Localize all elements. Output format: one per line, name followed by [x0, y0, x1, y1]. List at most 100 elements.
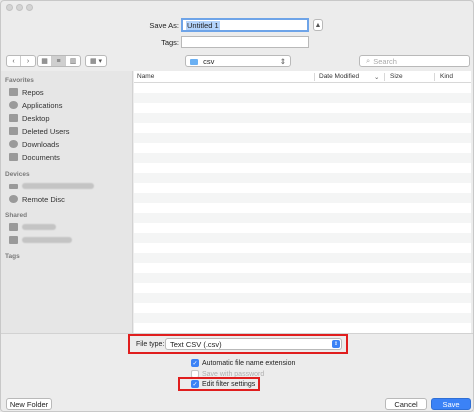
sidebar-item-label: Applications	[22, 100, 63, 110]
save-as-field[interactable]: Untitled 1	[181, 18, 309, 32]
sidebar-item-shared-redacted-1[interactable]	[9, 221, 56, 233]
sidebar-item-applications[interactable]: Applications	[9, 99, 62, 111]
group-by-control[interactable]: ▦ ▾	[85, 55, 107, 67]
sidebar-item-label: Documents	[22, 152, 60, 162]
columns-icon: ▥	[69, 58, 77, 65]
sidebar-item-label: Deleted Users	[22, 126, 70, 136]
tags-header: Tags	[5, 253, 20, 260]
column-divider[interactable]	[384, 73, 385, 81]
checkmark-icon: ✓	[191, 380, 199, 388]
search-icon: ⌕	[366, 56, 371, 65]
sidebar-item-label: Downloads	[22, 139, 60, 149]
search-field[interactable]: ⌕ Search	[359, 55, 470, 67]
title-bar	[1, 1, 473, 15]
save-button[interactable]: Save	[431, 398, 471, 410]
back-forward-control: ‹ ›	[6, 55, 36, 67]
sidebar-item-deleted-users[interactable]: Deleted Users	[9, 125, 70, 137]
downloads-icon	[9, 140, 18, 148]
close-window-button[interactable]	[6, 4, 13, 11]
column-divider[interactable]	[314, 73, 315, 81]
chevron-left-icon: ‹	[12, 57, 15, 65]
save-label: Save	[442, 399, 460, 409]
empty-row	[134, 253, 471, 263]
sort-descending-icon: ⌄	[374, 74, 380, 81]
column-divider[interactable]	[434, 73, 435, 81]
sidebar-item-label: Desktop	[22, 113, 50, 123]
updown-chevron-icon: ⇕	[332, 340, 340, 348]
tags-field[interactable]	[181, 36, 309, 48]
favorites-header: Favorites	[5, 77, 34, 84]
location-popup[interactable]: csv ⇕	[185, 55, 291, 67]
cancel-button[interactable]: Cancel	[385, 398, 427, 410]
group-by-button[interactable]: ▦ ▾	[86, 56, 106, 66]
save-as-value: Untitled 1	[186, 21, 220, 30]
sidebar-item-remote-disc[interactable]: Remote Disc	[9, 193, 65, 205]
list-view-button[interactable]: ≡	[52, 56, 66, 66]
chevron-up-icon: ▲	[314, 21, 322, 29]
sidebar-item-downloads[interactable]: Downloads	[9, 138, 59, 150]
disc-icon	[9, 195, 18, 203]
file-type-value: Text CSV (.csv)	[170, 340, 222, 349]
file-list: Name Date Modified ⌄ Size Kind	[134, 71, 471, 333]
empty-row	[134, 113, 471, 123]
sidebar-item-shared-redacted-2[interactable]	[9, 234, 72, 246]
empty-row	[134, 173, 471, 183]
sidebar-item-label: Repos	[22, 87, 44, 97]
column-view-button[interactable]: ▥	[66, 56, 80, 66]
empty-row	[134, 213, 471, 223]
icon-view-button[interactable]: ▦	[38, 56, 52, 66]
empty-row	[134, 293, 471, 303]
desktop-icon	[9, 114, 18, 122]
folder-icon	[9, 127, 18, 135]
file-type-select[interactable]: Text CSV (.csv) ⇕	[165, 338, 342, 350]
shared-header: Shared	[5, 212, 28, 219]
network-computer-icon	[9, 236, 18, 244]
zoom-window-button[interactable]	[26, 4, 33, 11]
empty-row	[134, 93, 471, 103]
minimize-window-button[interactable]	[16, 4, 23, 11]
column-header-date-modified[interactable]: Date Modified	[319, 73, 359, 80]
file-type-label: File type:	[136, 341, 165, 348]
list-icon: ≡	[56, 57, 61, 65]
column-header-kind[interactable]: Kind	[440, 73, 453, 80]
view-mode-control: ▦ ≡ ▥	[37, 55, 81, 67]
redacted-text	[22, 237, 72, 243]
folder-icon	[9, 88, 18, 96]
collapse-dialog-button[interactable]: ▲	[313, 19, 323, 31]
location-value: csv	[203, 57, 215, 66]
redacted-text	[22, 183, 94, 189]
sidebar-item-documents[interactable]: Documents	[9, 151, 60, 163]
edit-filter-label: Edit filter settings	[202, 380, 256, 388]
edit-filter-checkbox[interactable]: ✓ Edit filter settings	[191, 380, 255, 388]
column-header-size[interactable]: Size	[390, 73, 403, 80]
file-list-header: Name Date Modified ⌄ Size Kind	[134, 71, 471, 83]
empty-row	[134, 133, 471, 143]
group-grid-icon: ▦ ▾	[89, 58, 103, 65]
sidebar-item-device-redacted[interactable]	[9, 180, 94, 192]
auto-extension-checkbox[interactable]: ✓ Automatic file name extension	[191, 359, 295, 367]
applications-icon	[9, 101, 18, 109]
folder-icon	[190, 59, 198, 66]
forward-button[interactable]: ›	[21, 56, 35, 66]
redacted-text	[22, 224, 56, 230]
empty-row	[134, 273, 471, 283]
devices-header: Devices	[5, 171, 30, 178]
empty-row	[134, 153, 471, 163]
documents-icon	[9, 153, 18, 161]
search-placeholder: Search	[373, 56, 397, 66]
empty-row	[134, 233, 471, 243]
tags-label: Tags:	[161, 38, 179, 47]
updown-chevron-icon: ⇕	[279, 57, 286, 66]
network-computer-icon	[9, 223, 18, 231]
column-header-name[interactable]: Name	[137, 73, 154, 80]
grid-icon: ▦	[41, 58, 48, 65]
auto-extension-label: Automatic file name extension	[202, 359, 296, 367]
back-button[interactable]: ‹	[7, 56, 21, 66]
empty-row	[134, 193, 471, 203]
checkmark-icon: ✓	[191, 359, 199, 367]
new-folder-button[interactable]: New Folder	[6, 398, 52, 410]
sidebar-item-desktop[interactable]: Desktop	[9, 112, 50, 124]
empty-row	[134, 313, 471, 323]
cancel-label: Cancel	[394, 399, 418, 409]
sidebar-item-repos[interactable]: Repos	[9, 86, 44, 98]
